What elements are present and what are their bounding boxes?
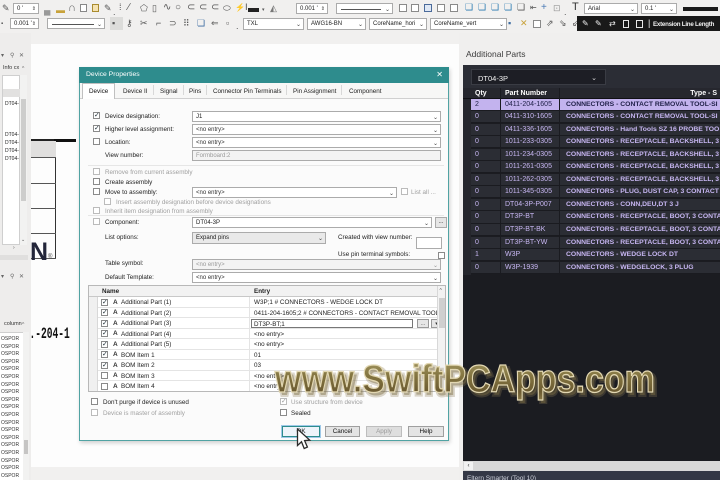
svg-text:www.SwiftPCApps.com: www.SwiftPCApps.com [274, 357, 655, 401]
